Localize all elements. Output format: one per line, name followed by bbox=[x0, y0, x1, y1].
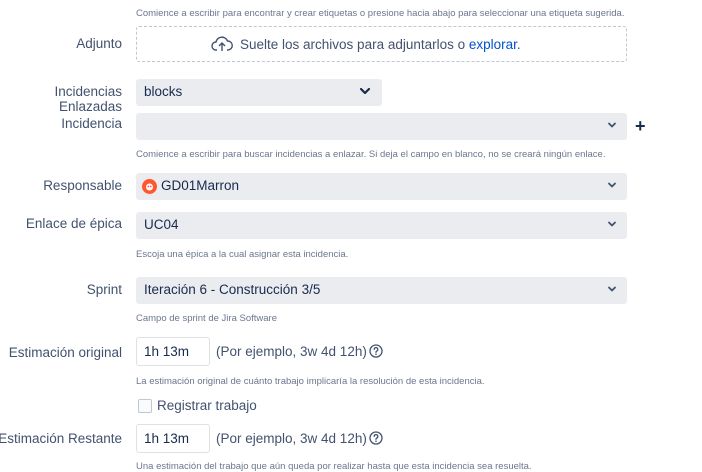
attachment-label: Adjunto bbox=[76, 36, 122, 51]
original-estimate-value: 1h 13m bbox=[144, 344, 190, 359]
link-type-select[interactable]: blocks bbox=[136, 79, 382, 106]
add-link-plus-icon[interactable]: + bbox=[635, 117, 646, 135]
remaining-estimate-value: 1h 13m bbox=[144, 431, 190, 446]
issue-help-text: Comience a escribir para buscar incidenc… bbox=[136, 149, 606, 160]
sprint-value: Iteración 6 - Construcción 3/5 bbox=[144, 282, 321, 297]
log-work-checkbox[interactable] bbox=[138, 399, 152, 413]
remaining-estimate-input[interactable]: 1h 13m bbox=[136, 424, 210, 453]
linked-issues-label-line2: Enlazadas bbox=[58, 99, 122, 114]
chevron-down-icon bbox=[605, 118, 619, 132]
epic-link-help-text: Escoja una épica a la cual asignar esta … bbox=[136, 249, 349, 260]
linked-issues-label: Incidencias Enlazadas bbox=[54, 84, 122, 114]
cloud-upload-icon bbox=[211, 35, 233, 58]
chevron-down-icon bbox=[358, 84, 372, 98]
assignee-value: GD01Marron bbox=[161, 178, 240, 193]
sprint-select[interactable]: Iteración 6 - Construcción 3/5 bbox=[136, 277, 627, 304]
sprint-help-text: Campo de sprint de Jira Software bbox=[136, 313, 277, 324]
epic-link-label: Enlace de épica bbox=[25, 216, 122, 231]
sprint-label: Sprint bbox=[86, 282, 122, 297]
remaining-estimate-hint: (Por ejemplo, 3w 4d 12h) bbox=[216, 431, 367, 446]
epic-link-value: UC04 bbox=[144, 217, 179, 232]
original-estimate-hint: (Por ejemplo, 3w 4d 12h) bbox=[216, 344, 367, 359]
link-type-value: blocks bbox=[144, 84, 183, 99]
log-work-label[interactable]: Registrar trabajo bbox=[157, 398, 257, 413]
browse-link[interactable]: explorar bbox=[469, 37, 517, 52]
drop-period: . bbox=[516, 37, 521, 52]
attachment-drop-text: Suelte los archivos para adjuntarlos o e… bbox=[240, 37, 521, 52]
original-estimate-help-text: La estimación original de cuánto trabajo… bbox=[136, 376, 485, 387]
epic-link-select[interactable]: UC04 bbox=[136, 212, 627, 239]
issue-select[interactable] bbox=[136, 113, 627, 140]
original-estimate-input[interactable]: 1h 13m bbox=[136, 337, 210, 366]
help-question-icon[interactable] bbox=[369, 344, 383, 363]
chevron-down-icon bbox=[605, 178, 619, 192]
help-question-icon[interactable] bbox=[369, 431, 383, 450]
attachment-dropzone[interactable]: Suelte los archivos para adjuntarlos o e… bbox=[136, 26, 627, 62]
drop-text: Suelte los archivos para adjuntarlos o bbox=[240, 37, 469, 52]
remaining-estimate-label: Estimación Restante bbox=[0, 431, 122, 446]
chevron-down-icon bbox=[605, 282, 619, 296]
chevron-down-icon bbox=[605, 217, 619, 231]
labels-help-text: Comience a escribir para encontrar y cre… bbox=[136, 8, 625, 19]
avatar bbox=[142, 179, 157, 199]
issue-label: Incidencia bbox=[61, 116, 122, 131]
original-estimate-label: Estimación original bbox=[8, 345, 122, 360]
assignee-label: Responsable bbox=[43, 178, 122, 193]
remaining-estimate-help-text: Una estimación del trabajo que aún queda… bbox=[136, 461, 532, 472]
assignee-select[interactable]: GD01Marron bbox=[136, 173, 627, 200]
linked-issues-label-line1: Incidencias bbox=[54, 84, 122, 99]
